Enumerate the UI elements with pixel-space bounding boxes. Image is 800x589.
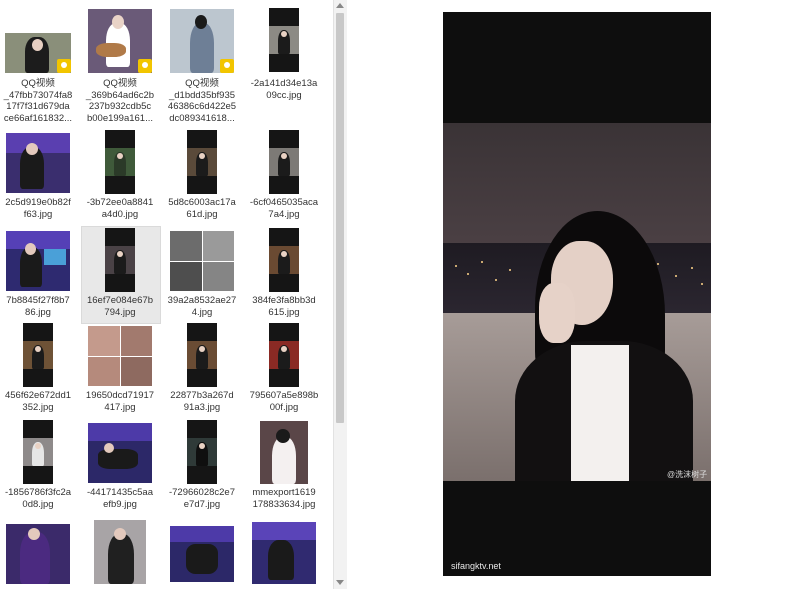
file-name: 456f62e672dd1 352.jpg [4,390,72,413]
vertical-scrollbar[interactable] [333,0,347,589]
file-name: 16ef7e084e67b 794.jpg [86,295,154,318]
scrollbar-thumb[interactable] [336,13,344,423]
video-thumbnail [88,9,152,73]
player-icon [138,59,152,73]
file-name: QQ视频 _d1bdd35bf935 46386c6d422e5 dc08934… [167,78,237,124]
file-name: 384fe3fa8bb3d 615.jpg [252,295,316,318]
image-thumbnail [6,231,70,291]
preview-image: @洗沫树子 sifangktv.net [443,12,711,576]
watermark-text: sifangktv.net [451,561,501,571]
file-name: 7b8845f27f8b7 86.jpg [6,295,70,318]
image-thumbnail [23,420,53,484]
file-name: -3b72ee0a8841 a4d0.jpg [86,197,154,220]
file-name: -72966028c2e7 e7d7.jpg [168,487,236,510]
image-thumbnail [170,231,234,291]
player-icon [57,59,71,73]
file-name: 39a2a8532ae27 4.jpg [167,295,237,318]
image-thumbnail [269,323,299,387]
player-icon [220,59,234,73]
scroll-up-arrow-icon[interactable] [336,3,344,8]
video-thumbnail [170,9,234,73]
image-thumbnail [269,8,299,72]
image-thumbnail [105,228,135,292]
image-thumbnail [252,522,316,584]
image-thumbnail [88,326,152,386]
file-name: -1856786f3fc2a 0d8.jpg [4,487,72,510]
video-thumbnail [5,33,71,73]
scroll-down-arrow-icon[interactable] [336,580,344,585]
image-thumbnail [170,526,234,582]
file-name: 2c5d919e0b82f f63.jpg [5,197,71,220]
image-preview-pane: @洗沫树子 sifangktv.net [347,0,800,589]
file-name: 22877b3a267d 91a3.jpg [170,390,234,413]
file-name: 795607a5e898b 00f.jpg [249,390,319,413]
image-thumbnail [6,133,70,193]
file-name: -6cf0465035aca 7a4.jpg [249,197,319,220]
image-thumbnail [23,323,53,387]
image-thumbnail [187,130,217,194]
image-thumbnail [105,130,135,194]
file-name: 19650dcd71917 417.jpg [85,390,155,413]
image-thumbnail [269,130,299,194]
image-thumbnail [94,520,146,584]
file-thumbnail-pane: QQ视频 _47fbb73074fa8 17f7f31d679da ce66af… [0,0,333,589]
image-thumbnail [187,420,217,484]
image-thumbnail [269,228,299,292]
image-thumbnail [260,421,308,484]
image-thumbnail [88,423,152,483]
file-name: -44171435c5aa efb9.jpg [86,487,154,510]
image-thumbnail [6,524,70,584]
image-thumbnail [187,323,217,387]
file-name: -2a141d34e13a 09cc.jpg [250,78,318,101]
preview-photo: @洗沫树子 [443,123,711,481]
file-name: 5d8c6003ac17a 61d.jpg [168,197,236,220]
file-name: mmexport1619 178833634.jpg [252,487,316,510]
file-name: QQ视频 _47fbb73074fa8 17f7f31d679da ce66af… [3,78,73,124]
weibo-mark: @洗沫树子 [667,470,708,479]
file-name: QQ视频 _369b64ad6c2b 237b932cdb5c b00e199a… [85,78,155,124]
